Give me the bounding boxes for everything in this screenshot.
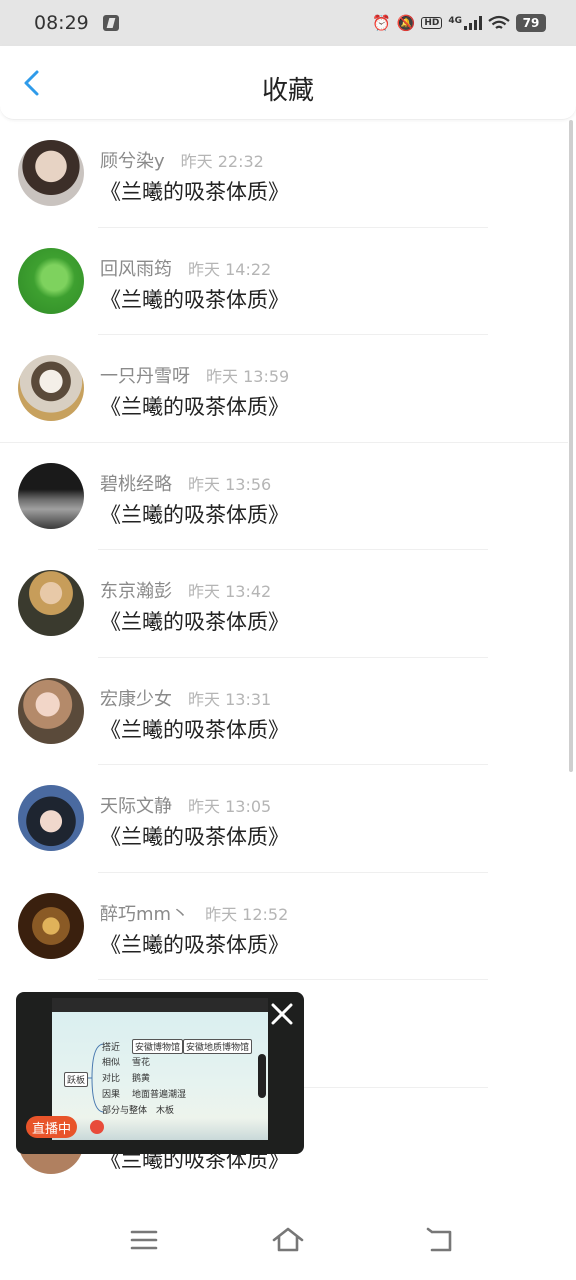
app-icon xyxy=(102,15,119,31)
video-topbar xyxy=(52,998,268,1012)
username[interactable]: 宏康少女 xyxy=(100,685,172,711)
list-item[interactable]: 一只丹雪呀 昨天 13:59 《兰曦的吸茶体质》 xyxy=(0,335,568,443)
timestamp: 昨天 13:42 xyxy=(188,582,272,601)
mindmap-label: 因果 xyxy=(102,1090,121,1100)
network-label: 4G xyxy=(448,16,462,26)
timestamp: 昨天 22:32 xyxy=(180,152,264,171)
alarm-icon: ⏰ xyxy=(371,13,391,32)
list-item[interactable]: 宏康少女 昨天 13:31 《兰曦的吸茶体质》 xyxy=(0,658,568,765)
avatar[interactable] xyxy=(18,247,84,314)
avatar[interactable] xyxy=(18,355,84,421)
list-item[interactable]: 顾兮染y 昨天 22:32 《兰曦的吸茶体质》 xyxy=(0,120,568,228)
timestamp: 昨天 13:05 xyxy=(188,797,272,816)
page-title: 收藏 xyxy=(261,76,314,106)
timestamp: 昨天 13:56 xyxy=(188,474,272,494)
avatar[interactable] xyxy=(18,140,84,206)
menu-icon[interactable] xyxy=(128,1226,160,1254)
mindmap-item: 木板 xyxy=(156,1106,175,1116)
username[interactable]: 碧桃经略 xyxy=(100,470,172,496)
live-video[interactable]: 跃板 搭近 安徽博物馆 安徽地质博物馆 相似 雪花 对比 鹅黄 因果 地面普遍潮… xyxy=(52,998,268,1140)
mindmap-item: 安徽博物馆 xyxy=(132,1039,184,1054)
avatar[interactable] xyxy=(18,785,84,851)
mindmap-label: 部分与整体 xyxy=(102,1106,148,1116)
content-text[interactable]: 《兰曦的吸茶体质》 xyxy=(100,284,289,314)
content-text[interactable]: 《兰曦的吸茶体质》 xyxy=(100,929,289,959)
mindmap-item: 雪花 xyxy=(132,1058,151,1068)
hd-icon: HD xyxy=(421,17,443,29)
home-icon[interactable] xyxy=(272,1226,304,1254)
list-item[interactable]: 天际文静 昨天 13:05 《兰曦的吸茶体质》 xyxy=(0,765,568,873)
mindmap-item: 安徽地质博物馆 xyxy=(183,1039,253,1054)
mindmap-item: 鹅黄 xyxy=(132,1074,151,1084)
mindmap-label: 对比 xyxy=(102,1074,121,1084)
mindmap-item: 地面普遍潮湿 xyxy=(132,1090,187,1100)
avatar[interactable] xyxy=(18,892,84,959)
video-background-decoration xyxy=(52,1118,268,1140)
list-item[interactable]: 碧桃经略 昨天 13:56 《兰曦的吸茶体质》 xyxy=(0,443,568,550)
status-bar: 08:29 ⏰ 🔕 HD 4G 79 xyxy=(0,0,576,46)
avatar[interactable] xyxy=(18,677,84,744)
header: 收藏 xyxy=(0,46,576,120)
content-text[interactable]: 《兰曦的吸茶体质》 xyxy=(100,606,289,636)
username[interactable]: 天际文静 xyxy=(100,792,172,818)
avatar[interactable] xyxy=(18,570,84,636)
scrollbar[interactable] xyxy=(569,120,573,772)
avatar[interactable] xyxy=(18,462,84,529)
list-item[interactable]: 醉巧mm丶 昨天 12:52 《兰曦的吸茶体质》 xyxy=(0,873,568,980)
content-text[interactable]: 《兰曦的吸茶体质》 xyxy=(100,391,289,421)
timestamp: 昨天 13:59 xyxy=(206,367,290,386)
username[interactable]: 醉巧mm丶 xyxy=(100,900,189,926)
mindmap-label: 相似 xyxy=(102,1058,121,1068)
content-text[interactable]: 《兰曦的吸茶体质》 xyxy=(100,714,289,744)
status-time: 08:29 xyxy=(34,12,89,34)
signal-4g-icon: 4G xyxy=(448,16,482,30)
mindmap-label: 搭近 xyxy=(102,1043,121,1053)
mindmap-root: 跃板 xyxy=(64,1072,89,1087)
timestamp: 昨天 14:22 xyxy=(188,259,272,279)
video-side-controls[interactable] xyxy=(258,1054,266,1098)
return-icon[interactable] xyxy=(424,1226,456,1254)
timestamp: 昨天 13:31 xyxy=(188,689,272,709)
list-item[interactable]: 东京瀚彭 昨天 13:42 《兰曦的吸茶体质》 xyxy=(0,550,568,658)
wifi-icon xyxy=(488,15,510,29)
username[interactable]: 顾兮染y xyxy=(100,147,165,173)
live-badge: 直播中 xyxy=(26,1116,78,1138)
battery-icon: 79 xyxy=(516,14,546,32)
live-stream-window[interactable]: 跃板 搭近 安徽博物馆 安徽地质博物馆 相似 雪花 对比 鹅黄 因果 地面普遍潮… xyxy=(16,992,304,1154)
live-indicator-dot xyxy=(90,1120,104,1134)
content-text[interactable]: 《兰曦的吸茶体质》 xyxy=(100,499,289,529)
close-icon[interactable] xyxy=(266,998,298,1030)
system-nav-bar xyxy=(0,1196,576,1280)
username[interactable]: 东京瀚彭 xyxy=(100,577,172,603)
timestamp: 昨天 12:52 xyxy=(205,904,289,924)
mute-icon: 🔕 xyxy=(396,13,416,32)
username[interactable]: 回风雨筠 xyxy=(100,255,172,281)
username[interactable]: 一只丹雪呀 xyxy=(100,362,190,388)
content-text[interactable]: 《兰曦的吸茶体质》 xyxy=(100,176,289,206)
list-item[interactable]: 回风雨筠 昨天 14:22 《兰曦的吸茶体质》 xyxy=(0,228,568,335)
content-text[interactable]: 《兰曦的吸茶体质》 xyxy=(100,821,289,851)
